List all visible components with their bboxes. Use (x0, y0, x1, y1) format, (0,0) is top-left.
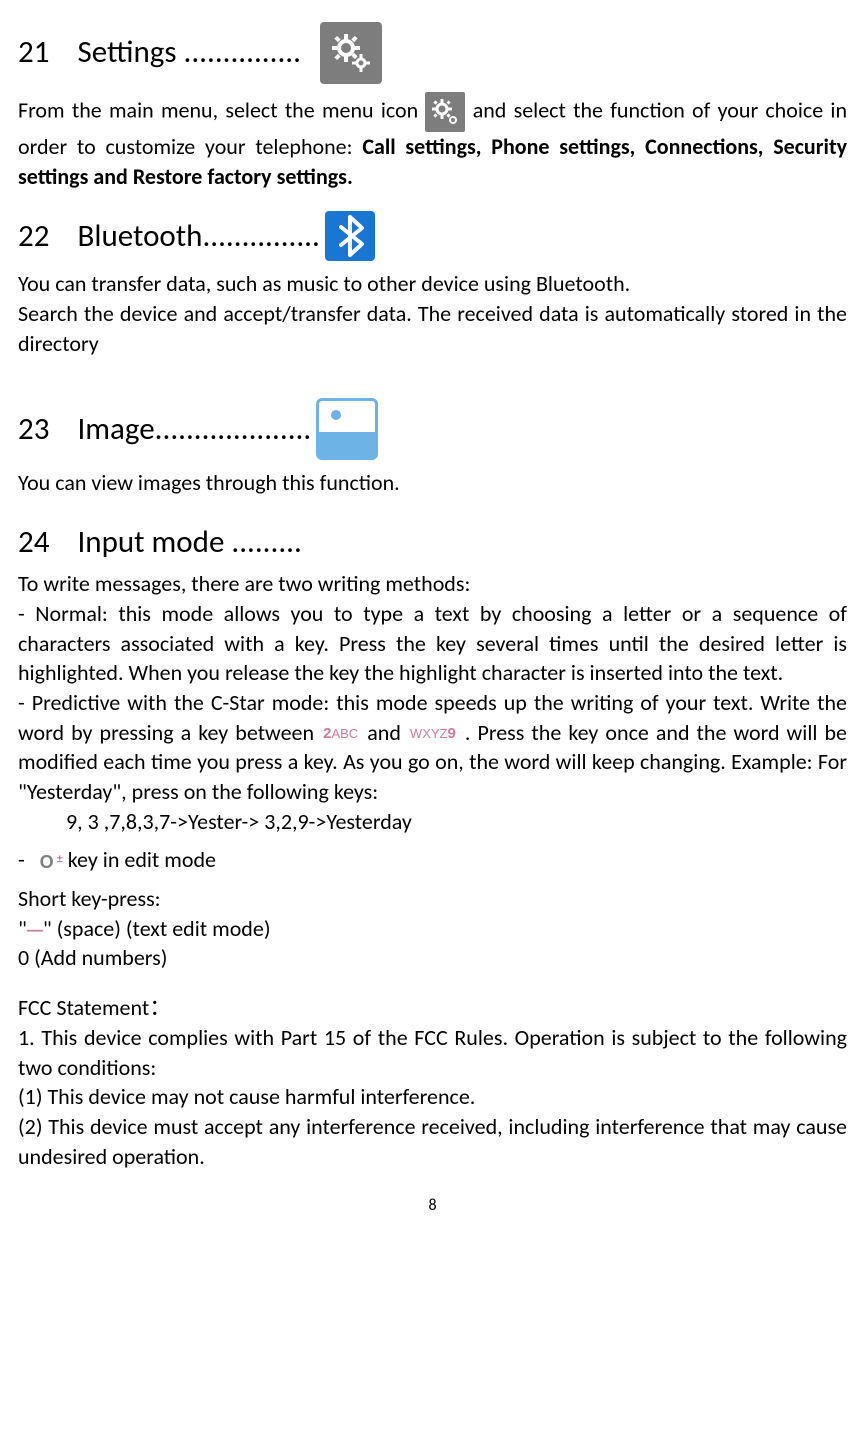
text-run: key in edit mode (68, 846, 216, 873)
key-0-icon: O ± (40, 846, 63, 876)
heading-bluetooth: 22 Bluetooth............... (18, 211, 847, 261)
fcc-p2: (1) This device may not cause harmful in… (18, 1082, 847, 1112)
settings-gear-icon (320, 22, 382, 84)
heading-input-mode: 24 Input mode ......... (18, 524, 847, 561)
input-intro: To write messages, there are two writing… (18, 569, 847, 599)
heading-text: Image.................... (77, 410, 311, 448)
page-number: 8 (18, 1195, 847, 1217)
fcc-p1: 1. This device complies with Part 15 of … (18, 1023, 847, 1082)
bluetooth-icon (325, 211, 375, 261)
short-keypress-head: Short key-press: (18, 884, 847, 914)
text-run: From the main menu, select the menu icon (18, 96, 418, 123)
heading-number: 24 (18, 523, 49, 561)
heading-number: 23 (18, 410, 49, 448)
settings-para: From the main menu, select the menu icon… (18, 92, 847, 191)
image-p1: You can view images through this functio… (18, 468, 847, 498)
short-keypress-space: "—" (space) (text edit mode) (18, 914, 847, 944)
bluetooth-p1: You can transfer data, such as music to … (18, 269, 847, 299)
heading-text: Settings ............... (77, 33, 300, 71)
heading-text: Bluetooth............... (77, 217, 319, 255)
text-run: and (367, 719, 401, 746)
text-run: " (space) (text edit mode) (43, 915, 271, 942)
bluetooth-p2: Search the device and accept/transfer da… (18, 299, 847, 358)
key-9-icon: WXYZ9 (408, 724, 458, 744)
input-zero-key-line: - O ± key in edit mode (18, 845, 847, 877)
short-keypress-zero: 0 (Add numbers) (18, 943, 847, 973)
text-run: " (18, 915, 27, 942)
input-normal: - Normal: this mode allows you to type a… (18, 599, 847, 688)
heading-number: 22 (18, 217, 49, 255)
key-2-icon: 2ABC (321, 724, 360, 744)
fcc-heading: FCC Statement： (18, 993, 847, 1023)
input-example: 9, 3 ,7,8,3,7->Yester-> 3,2,9->Yesterday (18, 807, 847, 837)
key-space-icon: — (27, 920, 43, 942)
image-gallery-icon (316, 398, 378, 460)
heading-image: 23 Image.................... (18, 398, 847, 460)
text-run: - (18, 846, 25, 873)
settings-menu-icon (425, 92, 465, 132)
heading-number: 21 (18, 33, 49, 71)
input-predictive: - Predictive with the C-Star mode: this … (18, 688, 847, 807)
fcc-p3: (2) This device must accept any interfer… (18, 1112, 847, 1171)
heading-text: Input mode ......... (77, 523, 301, 561)
heading-settings: 21 Settings ............... (18, 22, 847, 84)
